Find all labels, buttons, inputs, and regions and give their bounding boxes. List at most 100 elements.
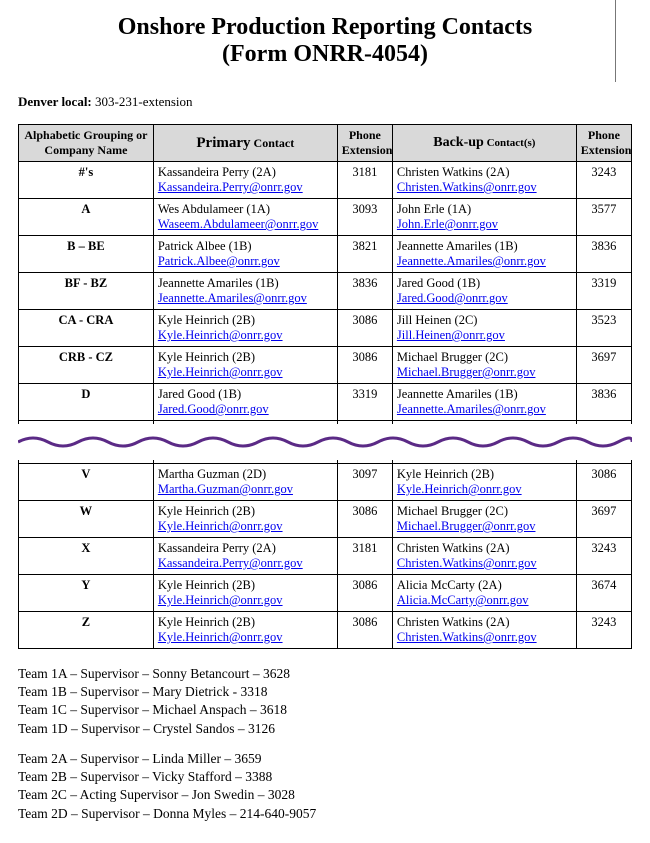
primary-email-link[interactable]: Kassandeira.Perry@onrr.gov	[158, 556, 303, 570]
primary-email-link[interactable]: Kassandeira.Perry@onrr.gov	[158, 180, 303, 194]
table-row: DJared Good (1B)Jared.Good@onrr.gov3319J…	[19, 384, 632, 421]
backup-email-link[interactable]: Christen.Watkins@onrr.gov	[397, 556, 537, 570]
col-header-primary-ext: Phone Extension	[337, 125, 392, 162]
team-line: Team 2B – Supervisor – Vicky Stafford – …	[18, 768, 632, 786]
cell-backup: John Erle (1A)John.Erle@onrr.gov	[392, 199, 576, 236]
table-row: BF - BZJeannette Amariles (1B)Jeannette.…	[19, 273, 632, 310]
cell-primary-ext: 3086	[337, 575, 392, 612]
cell-group: #'s	[19, 162, 154, 199]
denver-local-value: 303-231-extension	[95, 94, 192, 109]
cell-backup: Christen Watkins (2A)Christen.Watkins@on…	[392, 162, 576, 199]
cell-backup-ext: 3086	[576, 464, 631, 501]
cell-primary-ext: 3836	[337, 273, 392, 310]
backup-email-link[interactable]: Jared.Good@onrr.gov	[397, 291, 508, 305]
denver-local-label: Denver local:	[18, 94, 92, 109]
col-header-backup-big: Back-up	[433, 135, 484, 150]
cell-backup-ext: 3697	[576, 347, 631, 384]
col-header-backup: Back-up Contact(s)	[392, 125, 576, 162]
primary-name: Jared Good (1B)	[158, 387, 241, 401]
primary-email-link[interactable]: Jeannette.Amariles@onrr.gov	[158, 291, 307, 305]
cell-backup-ext: 3836	[576, 236, 631, 273]
cell-backup: Christen Watkins (2A)Christen.Watkins@on…	[392, 612, 576, 649]
primary-email-link[interactable]: Kyle.Heinrich@onrr.gov	[158, 630, 283, 644]
table-row: #'sKassandeira Perry (2A)Kassandeira.Per…	[19, 162, 632, 199]
backup-email-link[interactable]: Kyle.Heinrich@onrr.gov	[397, 482, 522, 496]
cell-group: B – BE	[19, 236, 154, 273]
col-header-primary-big: Primary	[196, 135, 250, 151]
table-row: VMartha Guzman (2D)Martha.Guzman@onrr.go…	[19, 464, 632, 501]
primary-name: Martha Guzman (2D)	[158, 467, 266, 481]
contacts-table-bottom: VMartha Guzman (2D)Martha.Guzman@onrr.go…	[18, 454, 632, 649]
primary-email-link[interactable]: Patrick.Albee@onrr.gov	[158, 254, 280, 268]
backup-email-link[interactable]: Jeannette.Amariles@onrr.gov	[397, 254, 546, 268]
cell-backup-ext: 3243	[576, 162, 631, 199]
page-tear-divider	[18, 424, 632, 460]
cell-backup-ext: 3836	[576, 384, 631, 421]
cell-primary: Martha Guzman (2D)Martha.Guzman@onrr.gov	[153, 464, 337, 501]
cell-primary: Kyle Heinrich (2B)Kyle.Heinrich@onrr.gov	[153, 347, 337, 384]
cell-primary-ext: 3097	[337, 464, 392, 501]
cell-group: A	[19, 199, 154, 236]
primary-name: Kyle Heinrich (2B)	[158, 350, 255, 364]
cell-primary: Kyle Heinrich (2B)Kyle.Heinrich@onrr.gov	[153, 612, 337, 649]
primary-name: Kyle Heinrich (2B)	[158, 313, 255, 327]
cell-primary: Kassandeira Perry (2A)Kassandeira.Perry@…	[153, 162, 337, 199]
cell-backup: Jeannette Amariles (1B)Jeannette.Amarile…	[392, 384, 576, 421]
primary-email-link[interactable]: Kyle.Heinrich@onrr.gov	[158, 593, 283, 607]
primary-email-link[interactable]: Martha.Guzman@onrr.gov	[158, 482, 293, 496]
cell-backup: Jill Heinen (2C)Jill.Heinen@onrr.gov	[392, 310, 576, 347]
cell-primary-ext: 3319	[337, 384, 392, 421]
cell-primary: Jared Good (1B)Jared.Good@onrr.gov	[153, 384, 337, 421]
backup-name: Michael Brugger (2C)	[397, 504, 508, 518]
backup-email-link[interactable]: Alicia.McCarty@onrr.gov	[397, 593, 529, 607]
primary-email-link[interactable]: Kyle.Heinrich@onrr.gov	[158, 365, 283, 379]
cell-backup-ext: 3577	[576, 199, 631, 236]
cell-group: V	[19, 464, 154, 501]
cell-backup-ext: 3697	[576, 501, 631, 538]
cell-group: Y	[19, 575, 154, 612]
backup-email-link[interactable]: Christen.Watkins@onrr.gov	[397, 180, 537, 194]
cell-backup-ext: 3243	[576, 538, 631, 575]
cell-primary-ext: 3181	[337, 162, 392, 199]
primary-name: Kyle Heinrich (2B)	[158, 615, 255, 629]
primary-name: Kassandeira Perry (2A)	[158, 541, 276, 555]
team-line: Team 1A – Supervisor – Sonny Betancourt …	[18, 665, 632, 683]
cell-group: Z	[19, 612, 154, 649]
backup-name: Michael Brugger (2C)	[397, 350, 508, 364]
backup-name: Jill Heinen (2C)	[397, 313, 478, 327]
cell-backup: Christen Watkins (2A)Christen.Watkins@on…	[392, 538, 576, 575]
team-line: Team 1B – Supervisor – Mary Dietrick - 3…	[18, 683, 632, 701]
backup-name: Jeannette Amariles (1B)	[397, 239, 518, 253]
teams-list: Team 1A – Supervisor – Sonny Betancourt …	[18, 665, 632, 823]
cell-backup-ext: 3243	[576, 612, 631, 649]
primary-email-link[interactable]: Waseem.Abdulameer@onrr.gov	[158, 217, 318, 231]
cell-backup: Michael Brugger (2C)Michael.Brugger@onrr…	[392, 347, 576, 384]
primary-email-link[interactable]: Kyle.Heinrich@onrr.gov	[158, 519, 283, 533]
backup-name: John Erle (1A)	[397, 202, 471, 216]
denver-local-line: Denver local: 303-231-extension	[18, 94, 632, 110]
backup-email-link[interactable]: Christen.Watkins@onrr.gov	[397, 630, 537, 644]
backup-email-link[interactable]: Michael.Brugger@onrr.gov	[397, 365, 536, 379]
table-row: CA - CRAKyle Heinrich (2B)Kyle.Heinrich@…	[19, 310, 632, 347]
cell-group: CRB - CZ	[19, 347, 154, 384]
col-header-backup-small: Contact(s)	[484, 137, 536, 149]
table-row: CRB - CZKyle Heinrich (2B)Kyle.Heinrich@…	[19, 347, 632, 384]
backup-email-link[interactable]: Jeannette.Amariles@onrr.gov	[397, 402, 546, 416]
backup-email-link[interactable]: Michael.Brugger@onrr.gov	[397, 519, 536, 533]
team-line: Team 2A – Supervisor – Linda Miller – 36…	[18, 750, 632, 768]
backup-name: Jeannette Amariles (1B)	[397, 387, 518, 401]
cell-primary-ext: 3181	[337, 538, 392, 575]
primary-name: Kassandeira Perry (2A)	[158, 165, 276, 179]
cell-group: D	[19, 384, 154, 421]
primary-email-link[interactable]: Kyle.Heinrich@onrr.gov	[158, 328, 283, 342]
primary-email-link[interactable]: Jared.Good@onrr.gov	[158, 402, 269, 416]
backup-email-link[interactable]: John.Erle@onrr.gov	[397, 217, 498, 231]
primary-name: Kyle Heinrich (2B)	[158, 578, 255, 592]
cell-primary: Jeannette Amariles (1B)Jeannette.Amarile…	[153, 273, 337, 310]
backup-email-link[interactable]: Jill.Heinen@onrr.gov	[397, 328, 505, 342]
cell-primary: Wes Abdulameer (1A)Waseem.Abdulameer@onr…	[153, 199, 337, 236]
contacts-table-top: Alphabetic Grouping or Company Name Prim…	[18, 124, 632, 430]
cell-group: W	[19, 501, 154, 538]
backup-name: Christen Watkins (2A)	[397, 541, 510, 555]
col-header-backup-ext: Phone Extension	[576, 125, 631, 162]
